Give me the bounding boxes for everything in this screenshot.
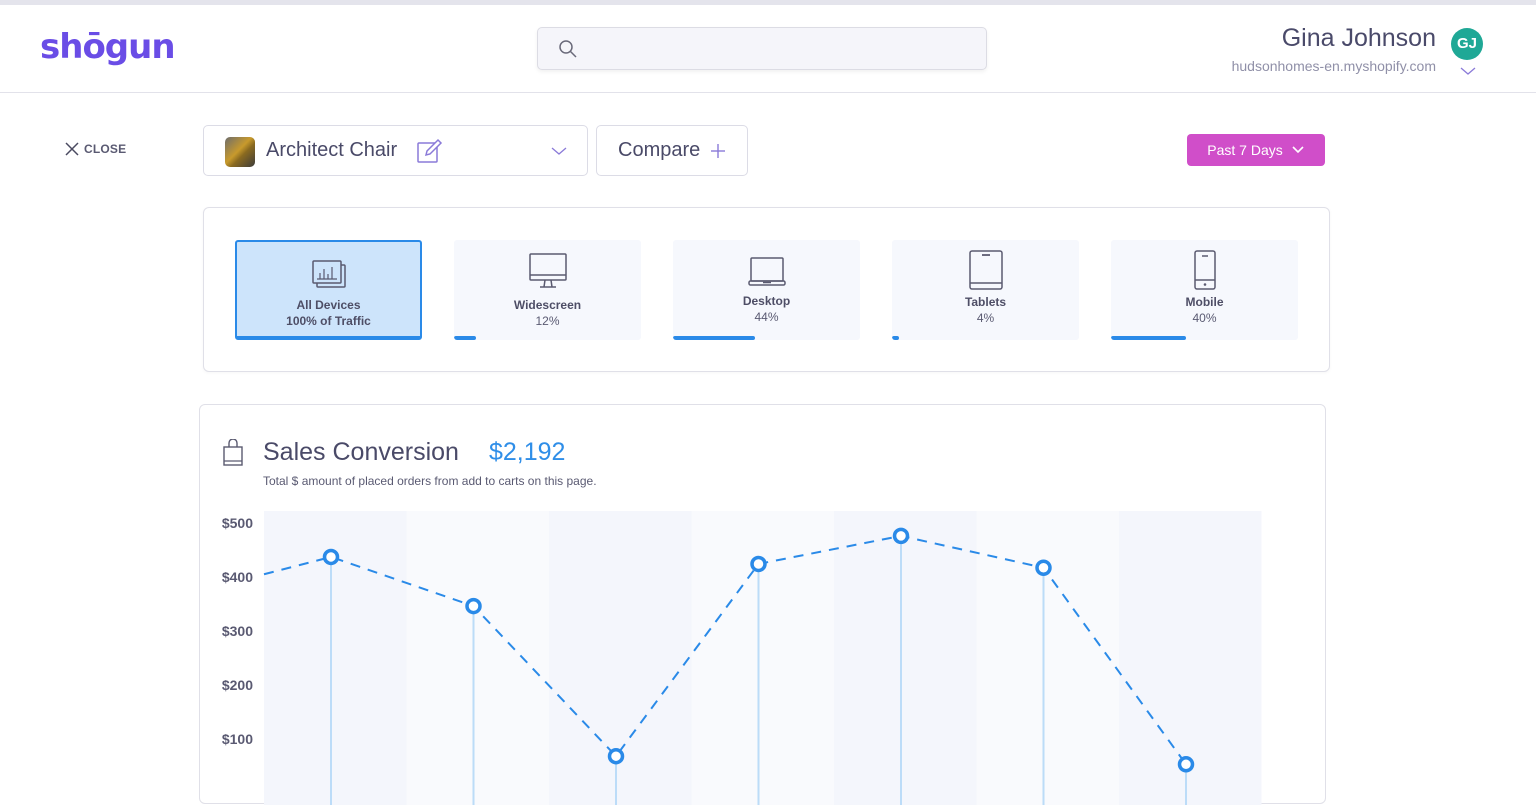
- device-share-bar: [454, 336, 477, 340]
- device-share-bar: [892, 336, 900, 340]
- y-tick-label: $200: [221, 677, 253, 693]
- avatar[interactable]: GJ: [1451, 28, 1483, 60]
- close-label: CLOSE: [84, 142, 127, 156]
- sales-conversion-card: Sales Conversion $2,192 Total $ amount o…: [199, 404, 1326, 805]
- y-tick-label: $100: [221, 731, 253, 747]
- device-share: 12%: [535, 314, 560, 328]
- device-tab-tablets[interactable]: Tablets 4%: [892, 240, 1079, 340]
- device-filter-card: All Devices 100% of Traffic Widescreen 1…: [203, 207, 1330, 372]
- device-share: 40%: [1192, 311, 1217, 325]
- device-name: All Devices: [296, 298, 361, 312]
- product-select[interactable]: Architect Chair: [203, 125, 588, 176]
- device-name: Desktop: [742, 294, 791, 308]
- device-name: Widescreen: [513, 298, 582, 312]
- shogun-logo[interactable]: shōgun: [40, 27, 176, 67]
- data-point[interactable]: [465, 597, 482, 615]
- data-point[interactable]: [607, 747, 625, 765]
- search-icon: [559, 40, 577, 58]
- device-tab-widescreen[interactable]: Widescreen 12%: [454, 240, 641, 340]
- search-input[interactable]: [588, 28, 978, 69]
- device-tab-all[interactable]: All Devices 100% of Traffic: [235, 240, 422, 340]
- plus-icon: [711, 144, 725, 158]
- data-point[interactable]: [892, 527, 910, 545]
- y-tick-label: $500: [221, 515, 253, 531]
- chevron-down-icon: [1292, 146, 1304, 154]
- close-icon: [65, 142, 79, 156]
- device-tab-mobile[interactable]: Mobile 40%: [1111, 240, 1298, 340]
- data-point[interactable]: [322, 548, 340, 566]
- data-point[interactable]: [1035, 559, 1052, 576]
- device-name: Tablets: [964, 295, 1007, 309]
- analytics-icon: [311, 260, 346, 288]
- device-tab-desktop[interactable]: Desktop 44%: [673, 240, 860, 340]
- chart-column-band: [406, 511, 549, 805]
- compare-button[interactable]: Compare: [596, 125, 748, 176]
- close-button[interactable]: CLOSE: [64, 141, 126, 157]
- date-range-label: Past 7 Days: [1207, 142, 1283, 158]
- app-header: shōgun Gina Johnson hudsonhomes-en.mysho…: [0, 5, 1536, 93]
- monitor-icon: [528, 253, 567, 288]
- chart-column-band: [976, 511, 1119, 805]
- search-box[interactable]: [537, 27, 987, 70]
- product-thumbnail: [225, 137, 255, 167]
- date-range-dropdown[interactable]: Past 7 Days: [1187, 134, 1325, 166]
- edit-icon[interactable]: [416, 137, 444, 165]
- device-share: 100% of Traffic: [286, 314, 371, 328]
- chevron-down-icon[interactable]: [550, 145, 568, 157]
- chart-column-band: [834, 511, 977, 805]
- y-tick-label: $400: [221, 569, 253, 585]
- chevron-down-icon[interactable]: [1459, 65, 1477, 77]
- device-share-bar: [1111, 336, 1186, 340]
- tablet-icon: [968, 250, 1003, 290]
- device-share: 4%: [976, 311, 995, 325]
- sales-line-chart: [263, 511, 1262, 805]
- product-name: Architect Chair: [266, 139, 398, 161]
- user-name[interactable]: Gina Johnson: [1282, 24, 1436, 53]
- mobile-icon: [1193, 250, 1216, 290]
- data-point[interactable]: [1177, 756, 1195, 773]
- laptop-icon: [747, 257, 786, 286]
- y-tick-label: $300: [221, 623, 253, 639]
- device-share-bar: [673, 336, 756, 340]
- data-point[interactable]: [750, 555, 767, 573]
- compare-label: Compare: [618, 139, 701, 161]
- chart-column-band: [691, 511, 834, 805]
- device-share: 44%: [754, 310, 779, 324]
- device-name: Mobile: [1185, 295, 1224, 309]
- store-domain: hudsonhomes-en.myshopify.com: [1231, 58, 1436, 74]
